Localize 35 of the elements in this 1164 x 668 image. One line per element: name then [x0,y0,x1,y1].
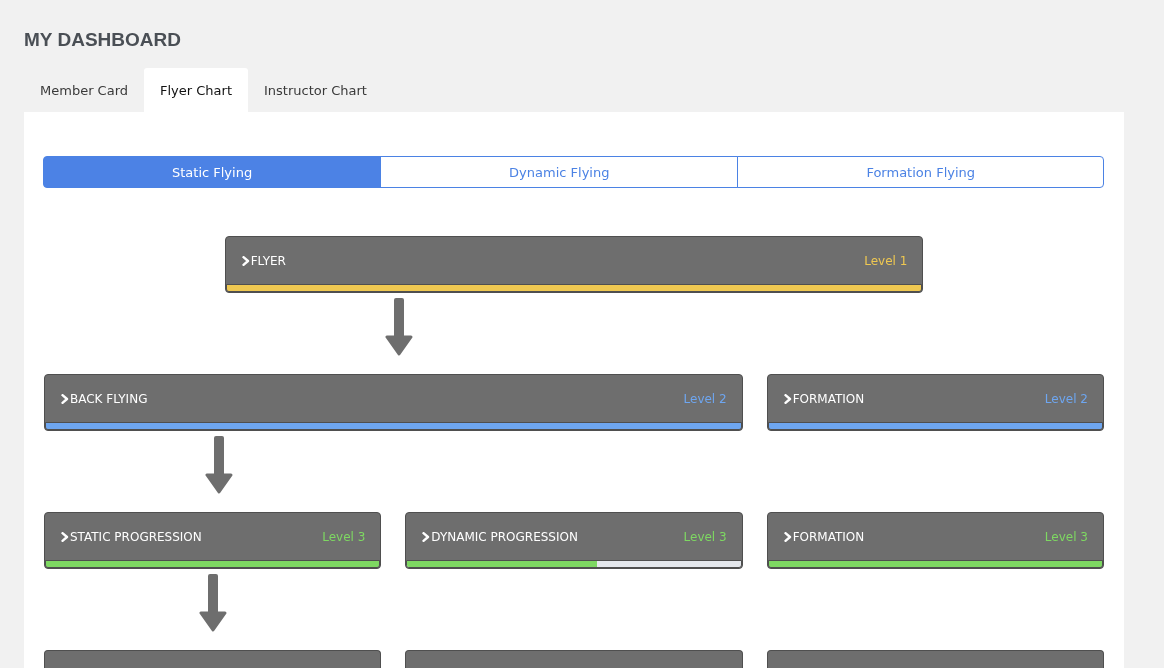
skill-title: BACK FLYING [70,391,148,406]
skill-card[interactable] [405,650,743,668]
level-label: Level 2 [1044,391,1088,406]
skill-title: STATIC PROGRESSION [70,529,202,544]
level-label: Level 2 [683,391,727,406]
tab[interactable]: Flyer Chart [144,68,248,112]
level-label: Level 3 [322,529,366,544]
skill-card[interactable]: FLYER Level 1 [224,236,924,293]
segment-tab[interactable]: Static Flying [43,156,382,188]
down-arrow-icon [204,436,233,494]
down-arrow-icon [198,574,227,632]
level-label: Level 1 [864,253,908,268]
chevron-right-icon [783,531,792,542]
chevron-right-icon [241,255,250,266]
level-label: Level 3 [1044,529,1088,544]
segment-tab[interactable]: Dynamic Flying [380,156,739,188]
chevron-right-icon [422,531,431,542]
chevron-right-icon [783,393,792,404]
skill-title: FLYER [250,253,286,268]
level-label: Level 3 [683,529,727,544]
down-arrow-icon [385,298,414,356]
skill-card[interactable]: FORMATION Level 3 [766,512,1104,569]
skill-card[interactable]: BACK FLYING Level 2 [44,374,743,431]
chevron-right-icon [61,531,69,542]
skill-title: FORMATION [792,391,865,406]
skill-card[interactable]: DYNAMIC PROGRESSION Level 3 [405,512,743,569]
page-title: MY DASHBOARD [24,28,181,51]
skill-title: FORMATION [792,529,865,544]
skill-title: DYNAMIC PROGRESSION [431,529,578,544]
skill-card[interactable]: STATIC PROGRESSION Level 3 [44,512,382,569]
chevron-right-icon [61,393,69,404]
skill-card[interactable]: FORMATION Level 2 [766,374,1104,431]
skill-card[interactable] [44,650,382,668]
segment-tab[interactable]: Formation Flying [737,156,1104,188]
skill-card[interactable] [766,650,1104,668]
